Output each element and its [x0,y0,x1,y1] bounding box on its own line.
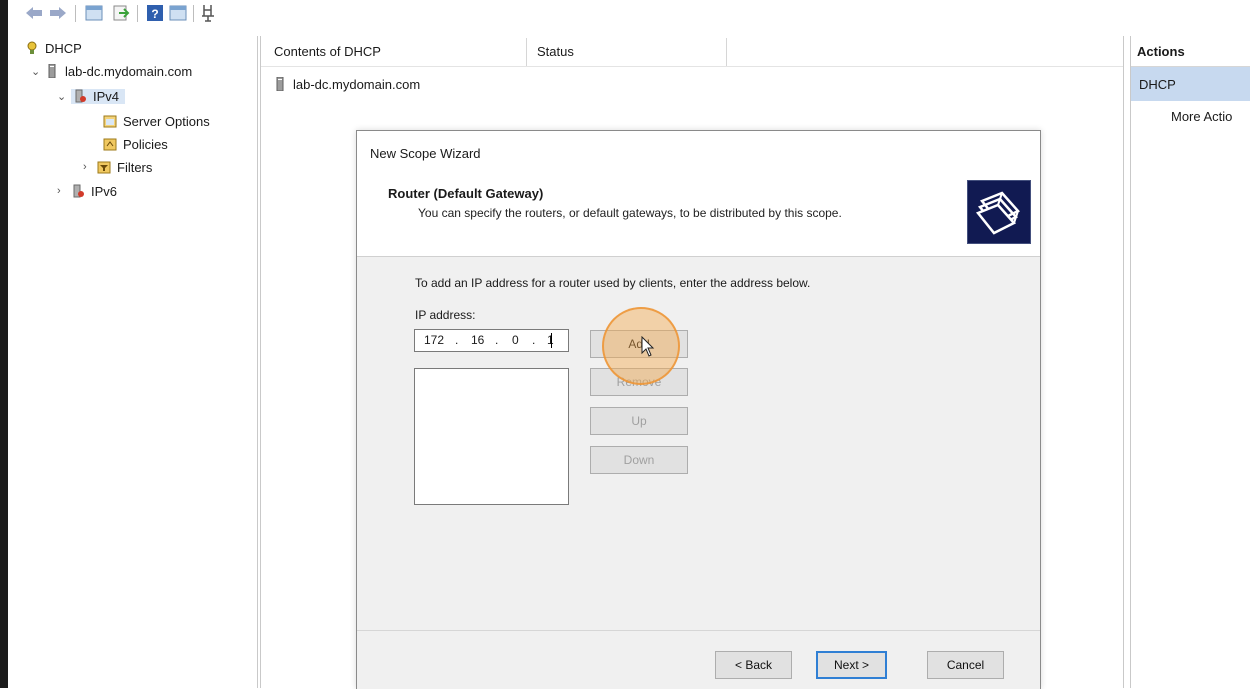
new-scope-wizard-dialog: New Scope Wizard Router (Default Gateway… [356,130,1041,689]
text-caret [551,333,552,348]
router-address-list[interactable] [414,368,569,505]
chevron-right-icon[interactable]: › [83,161,97,173]
tree-label-dhcp: DHCP [45,40,82,56]
wizard-header: New Scope Wizard Router (Default Gateway… [357,131,1040,257]
content-row-label: lab-dc.mydomain.com [293,76,421,92]
mouse-pointer-icon [641,336,655,357]
help-icon[interactable]: ? [145,3,165,23]
wizard-logo-icon [967,180,1031,244]
tree-label-server: lab-dc.mydomain.com [65,63,193,79]
ipv6-icon [73,184,84,198]
actions-section-dhcp[interactable]: DHCP [1131,67,1250,101]
header-separator [261,66,1123,67]
wizard-footer-separator [357,630,1040,631]
toolbar-separator [193,5,194,22]
export-list-icon[interactable] [111,3,131,23]
tree-label-ipv6: IPv6 [91,183,118,199]
tree-label-policies: Policies [123,136,168,152]
chevron-down-icon[interactable]: ⌄ [31,65,45,78]
chevron-down-icon[interactable]: ⌄ [57,90,71,103]
tree-label-filters: Filters [117,159,153,175]
window-left-edge [0,0,8,688]
next-button[interactable]: Next > [816,651,887,679]
tree-label-server-options: Server Options [123,113,210,129]
back-button[interactable]: < Back [715,651,792,679]
filters-icon [97,161,111,174]
server-icon [276,77,284,91]
wizard-page-heading: Router (Default Gateway) [388,186,544,201]
properties-icon[interactable] [168,3,188,23]
console-tree: DHCP ⌄ lab-dc.mydomain.com ⌄ IPv4 Server… [21,36,258,688]
tree-item-server[interactable]: ⌄ lab-dc.mydomain.com [31,61,192,81]
toolbar-separator [75,5,76,22]
ip-octet-2: 16 [471,333,485,347]
wizard-page-subheading: You can specify the routers, or default … [418,206,842,220]
forward-arrow-icon[interactable] [48,3,68,23]
tree-item-filters[interactable]: › Filters [83,157,152,177]
actions-section-label: DHCP [1139,77,1176,92]
tree-item-policies[interactable]: Policies [103,134,168,154]
ip-address-input[interactable]: 172 . 16 . 0 . 1 [414,329,569,352]
column-header-status[interactable]: Status [537,44,574,59]
down-button[interactable]: Down [590,446,688,474]
tree-label-ipv4: IPv4 [93,88,120,104]
dhcp-icon [27,41,37,54]
tree-item-ipv4[interactable]: ⌄ IPv4 [57,86,126,106]
ip-octet-1: 172 [424,333,445,347]
wizard-instruction: To add an IP address for a router used b… [415,276,811,290]
policies-icon [103,138,117,151]
server-options-icon [103,115,117,128]
column-header-contents[interactable]: Contents of DHCP [274,44,381,59]
toolbar-separator [137,5,138,22]
ip-octet-3: 0 [512,333,519,347]
content-row-server[interactable]: lab-dc.mydomain.com [273,74,420,94]
console-tree-icon[interactable] [84,3,104,23]
toolbar: ? [8,0,1250,28]
up-button[interactable]: Up [590,407,688,435]
ipv4-icon [75,89,86,103]
svg-text:?: ? [151,7,158,21]
server-tools-icon[interactable] [198,3,218,23]
cancel-button[interactable]: Cancel [927,651,1004,679]
server-icon [48,64,56,78]
tree-item-ipv6[interactable]: › IPv6 [57,181,117,201]
tree-item-server-options[interactable]: Server Options [103,111,210,131]
tree-item-dhcp[interactable]: DHCP [25,38,82,58]
more-actions-link[interactable]: More Actio [1171,109,1232,124]
actions-title: Actions [1137,44,1185,59]
column-divider[interactable] [726,38,727,66]
ip-address-label: IP address: [415,308,476,322]
actions-pane: Actions DHCP More Actio [1130,36,1250,688]
wizard-title: New Scope Wizard [370,146,481,161]
column-divider[interactable] [526,38,527,66]
chevron-right-icon[interactable]: › [57,185,71,197]
back-arrow-icon[interactable] [24,3,44,23]
